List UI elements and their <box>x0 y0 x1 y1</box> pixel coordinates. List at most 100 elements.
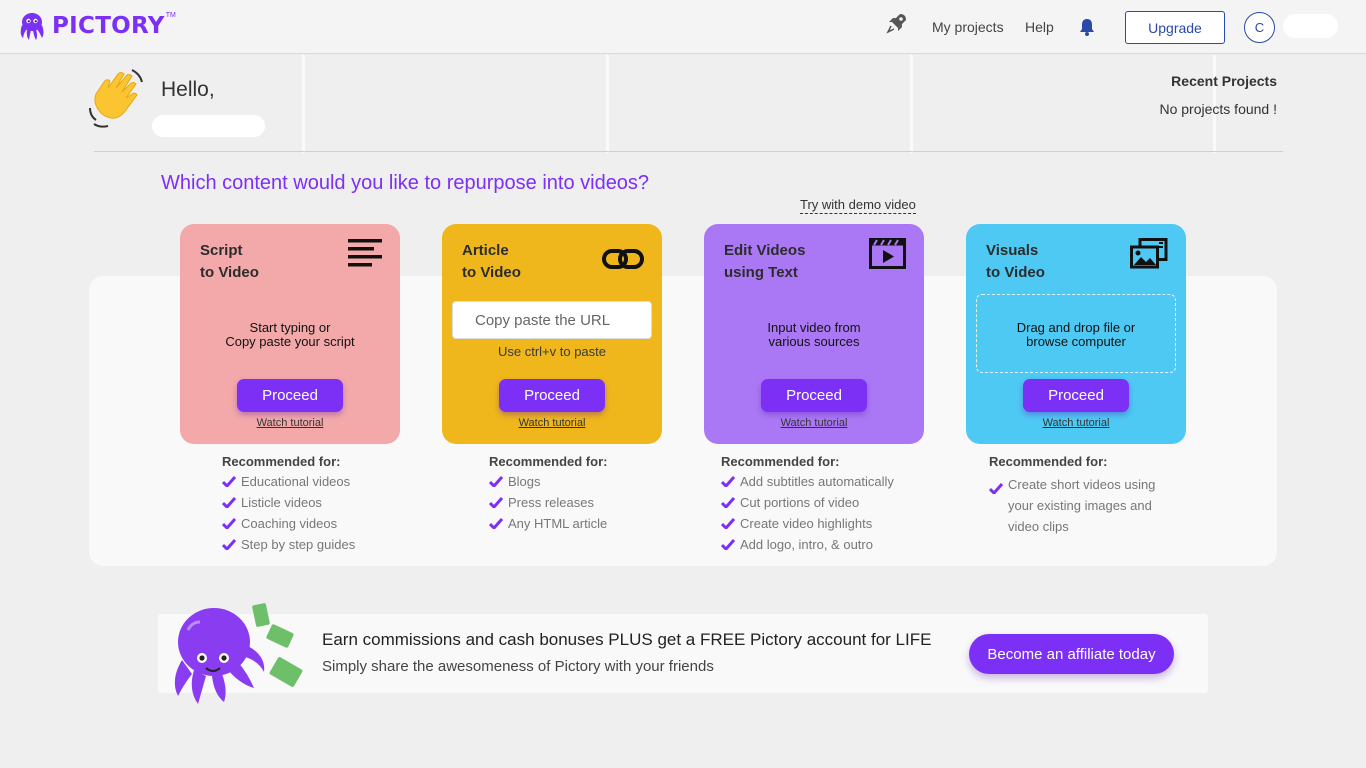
card-description: Input video from various sources <box>704 321 924 349</box>
text-lines-icon <box>348 238 382 273</box>
waving-hand-icon <box>86 68 148 135</box>
list-item-text: Cut portions of video <box>740 495 860 510</box>
card-description: Start typing or Copy paste your script <box>180 321 400 349</box>
list-item: Step by step guides <box>221 537 356 558</box>
page-question: Which content would you like to repurpos… <box>161 172 650 194</box>
watch-tutorial-link[interactable]: Watch tutorial <box>966 417 1186 429</box>
recommended-title: Recommended for: <box>721 454 840 469</box>
list-item-text: Create short videos using your existing … <box>1008 477 1156 534</box>
list-item: Add subtitles automatically <box>720 474 894 495</box>
card-article-to-video[interactable]: Article to Video Use ctrl+v to paste Pro… <box>442 224 662 444</box>
top-header: PICTORY TM My projects Help Upgrade C <box>0 0 1366 54</box>
list-item-text: Add logo, intro, & outro <box>740 537 873 552</box>
list-item-text: Create video highlights <box>740 516 873 531</box>
card-title-line: to Video <box>986 264 1045 281</box>
list-item-text: Step by step guides <box>241 537 356 552</box>
affiliate-subtext: Simply share the awesomeness of Pictory … <box>322 658 714 675</box>
list-item: Create short videos using your existing … <box>988 474 1168 537</box>
paste-hint: Use ctrl+v to paste <box>497 344 607 359</box>
checkmark-icon <box>221 475 241 490</box>
list-item: Any HTML article <box>488 516 607 537</box>
recent-projects-empty: No projects found ! <box>1159 101 1277 117</box>
images-icon <box>1130 238 1168 274</box>
watch-tutorial-link[interactable]: Watch tutorial <box>442 417 662 429</box>
list-item: Add logo, intro, & outro <box>720 537 894 558</box>
card-title-line: Edit Videos <box>724 242 806 259</box>
checkmark-icon <box>720 496 740 511</box>
list-item-text: Add subtitles automatically <box>740 474 894 489</box>
recommended-list-article: Recommended for: Blogs Press releases An… <box>488 454 608 537</box>
list-item: Educational videos <box>221 474 355 495</box>
checkmark-icon <box>488 475 508 490</box>
card-edit-videos-using-text[interactable]: Edit Videos using Text Input video from … <box>704 224 924 444</box>
card-description: Drag and drop file or browse computer <box>966 321 1186 349</box>
card-title-line: Article <box>462 242 509 259</box>
card-description-line: Drag and drop file or <box>1016 320 1136 335</box>
affiliate-headline: Earn commissions and cash bonuses PLUS g… <box>322 630 932 649</box>
list-item-text: Blogs <box>508 474 541 489</box>
checkmark-icon <box>488 517 508 532</box>
checkmark-icon <box>720 538 740 553</box>
recommended-list-visuals: Recommended for: Create short videos usi… <box>988 454 1168 537</box>
list-item-text: Educational videos <box>241 474 351 489</box>
card-title: Article to Video <box>462 240 521 284</box>
octopus-logo-icon <box>20 13 44 40</box>
list-item: Coaching videos <box>221 516 355 537</box>
pictory-logo[interactable]: PICTORY TM <box>16 10 176 42</box>
nav-my-projects[interactable]: My projects <box>932 19 1004 35</box>
card-visuals-to-video[interactable]: Visuals to Video Drag and drop file or b… <box>966 224 1186 444</box>
watch-tutorial-link[interactable]: Watch tutorial <box>704 417 924 429</box>
watch-tutorial-link[interactable]: Watch tutorial <box>180 417 400 429</box>
card-script-to-video[interactable]: Script to Video Start typing or Copy pas… <box>180 224 400 444</box>
card-title: Edit Videos using Text <box>724 240 805 284</box>
username-redacted[interactable] <box>1283 14 1338 38</box>
proceed-button[interactable]: Proceed <box>237 379 343 412</box>
logo-text: PICTORY <box>52 13 165 39</box>
list-item: Create video highlights <box>720 516 894 537</box>
list-item: Listicle videos <box>221 495 355 516</box>
rocket-icon[interactable] <box>886 12 908 39</box>
strip-divider <box>606 55 609 153</box>
card-title-line: using Text <box>724 264 798 281</box>
list-item: Blogs <box>488 474 607 495</box>
checkmark-icon <box>720 517 740 532</box>
avatar[interactable]: C <box>1244 12 1275 43</box>
nav-help[interactable]: Help <box>1025 19 1054 35</box>
list-item: Cut portions of video <box>720 495 894 516</box>
upgrade-button[interactable]: Upgrade <box>1125 11 1225 44</box>
card-title: Visuals to Video <box>986 240 1045 284</box>
card-description-line: various sources <box>768 334 860 349</box>
article-url-input[interactable] <box>452 301 652 339</box>
checkmark-icon <box>221 538 241 553</box>
link-icon <box>602 248 644 275</box>
recommended-list-edit-videos: Recommended for: Add subtitles automatic… <box>720 454 894 558</box>
try-demo-video-link[interactable]: Try with demo video <box>800 197 916 214</box>
list-item-text: Coaching videos <box>241 516 338 531</box>
recommended-list-script: Recommended for: Educational videos List… <box>221 454 356 558</box>
card-description-line: Start typing or <box>249 320 331 335</box>
card-title: Script to Video <box>200 240 259 284</box>
card-description-line: Input video from <box>767 320 861 335</box>
proceed-button[interactable]: Proceed <box>499 379 605 412</box>
proceed-button[interactable]: Proceed <box>1023 379 1129 412</box>
bell-icon[interactable] <box>1079 18 1095 41</box>
section-divider <box>94 151 1283 152</box>
logo-trademark: TM <box>165 11 176 19</box>
recommended-title: Recommended for: <box>989 454 1108 469</box>
card-description-line: browse computer <box>1026 334 1126 349</box>
card-description-line: Copy paste your script <box>225 334 355 349</box>
recommended-title: Recommended for: <box>222 454 341 469</box>
recommended-title: Recommended for: <box>489 454 608 469</box>
checkmark-icon <box>988 479 1008 500</box>
checkmark-icon <box>488 496 508 511</box>
checkmark-icon <box>720 475 740 490</box>
list-item-text: Press releases <box>508 495 594 510</box>
proceed-button[interactable]: Proceed <box>761 379 867 412</box>
become-affiliate-button[interactable]: Become an affiliate today <box>969 634 1174 674</box>
list-item-text: Listicle videos <box>241 495 322 510</box>
card-title-line: Visuals <box>986 242 1039 259</box>
list-item: Press releases <box>488 495 607 516</box>
card-title-line: to Video <box>462 264 521 281</box>
greeting-name-redacted <box>152 115 265 137</box>
octopus-mascot-icon <box>168 600 308 713</box>
